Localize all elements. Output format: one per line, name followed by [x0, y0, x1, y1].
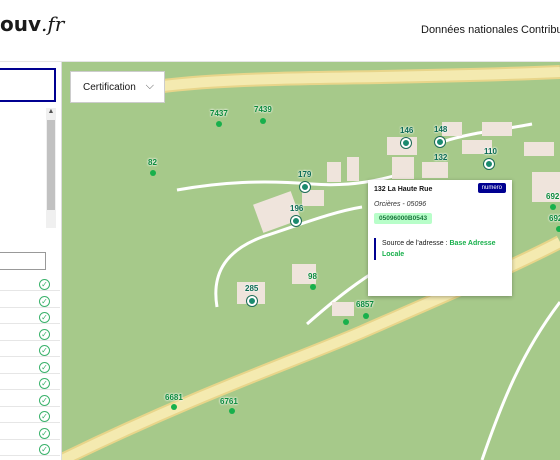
list-item[interactable]: ✓	[0, 411, 60, 423]
check-circle-icon: ✓	[39, 428, 50, 439]
sidebar: ▲ ✓ ✓ ✓ ✓ ✓ ✓ ✓ ✓ ✓ ✓ ✓	[0, 62, 62, 460]
address-label: 110	[484, 147, 497, 156]
address-point[interactable]	[556, 226, 560, 232]
scrollbar[interactable]: ▲	[46, 108, 56, 228]
list-item[interactable]: ✓	[0, 296, 60, 308]
address-point[interactable]	[216, 121, 222, 127]
nav-contribuer[interactable]: Contribu	[521, 24, 560, 36]
address-point[interactable]	[171, 404, 177, 410]
selected-address-point[interactable]	[484, 159, 494, 169]
list-item[interactable]: ✓	[0, 279, 60, 291]
address-label: 196	[290, 204, 304, 213]
check-circle-icon: ✓	[39, 378, 50, 389]
check-circle-icon: ✓	[39, 444, 50, 455]
check-circle-icon: ✓	[39, 329, 50, 340]
list-item[interactable]: ✓	[0, 395, 60, 407]
address-label: 7437	[210, 109, 228, 118]
filter-input[interactable]	[0, 252, 46, 270]
selected-address-point[interactable]	[300, 182, 310, 192]
address-popup: 132 La Haute Rue numero Orcières - 05096…	[368, 180, 512, 296]
type-badge: numero	[477, 183, 506, 193]
nav-donnees-nationales[interactable]: Données nationales	[421, 24, 518, 36]
header: ouv.fr Données nationales Contribu	[0, 0, 560, 62]
list-item[interactable]: ✓	[0, 362, 60, 374]
address-point[interactable]	[229, 408, 235, 414]
check-circle-icon: ✓	[39, 395, 50, 406]
popup-commune: Orcières - 05096	[374, 201, 427, 208]
address-point[interactable]	[310, 284, 316, 290]
address-label: 148	[434, 125, 448, 134]
address-label: 82	[148, 158, 157, 167]
source-info: Source de l'adresse : Base Adresse Local…	[374, 238, 506, 260]
cle-interop-badge: 05096000B0543	[374, 213, 433, 224]
map[interactable]: Certification ⌵ 7437 7439 82 146 148 132 …	[62, 62, 560, 460]
address-label: 6857	[356, 300, 374, 309]
address-point[interactable]	[150, 170, 156, 176]
address-point[interactable]	[550, 204, 556, 210]
address-point[interactable]	[260, 118, 266, 124]
list-item[interactable]: ✓	[0, 444, 60, 456]
check-circle-icon: ✓	[39, 312, 50, 323]
check-circle-icon: ✓	[39, 279, 50, 290]
list-item[interactable]: ✓	[0, 428, 60, 440]
address-label: 98	[308, 272, 317, 281]
list-item[interactable]: ✓	[0, 312, 60, 324]
address-label: 692	[546, 192, 560, 201]
address-label: 6761	[220, 397, 238, 406]
address-label: 7439	[254, 105, 272, 114]
address-label: 132	[434, 153, 448, 162]
check-circle-icon: ✓	[39, 362, 50, 373]
selected-address-point[interactable]	[401, 138, 411, 148]
address-point[interactable]	[363, 313, 369, 319]
site-logo[interactable]: ouv.fr	[0, 12, 64, 36]
scroll-up-icon[interactable]: ▲	[47, 108, 55, 116]
check-circle-icon: ✓	[39, 345, 50, 356]
chevron-down-icon: ⌵	[145, 80, 154, 92]
address-label: 6681	[165, 393, 183, 402]
selected-address-point[interactable]	[291, 216, 301, 226]
list-item[interactable]: ✓	[0, 345, 60, 357]
list-item[interactable]: ✓	[0, 329, 60, 341]
address-label: 285	[245, 284, 259, 293]
address-label: 179	[298, 170, 312, 179]
selected-address-point[interactable]	[247, 296, 257, 306]
scrollbar-thumb[interactable]	[47, 120, 55, 210]
list-item[interactable]: ✓	[0, 378, 60, 390]
check-circle-icon: ✓	[39, 296, 50, 307]
address-point[interactable]	[343, 319, 349, 325]
selected-address-point[interactable]	[435, 137, 445, 147]
check-circle-icon: ✓	[39, 411, 50, 422]
certification-filter[interactable]: Certification ⌵	[70, 71, 165, 103]
address-label: 146	[400, 126, 414, 135]
address-label: 692	[549, 214, 560, 223]
popup-address: 132 La Haute Rue	[374, 186, 433, 193]
search-input[interactable]	[0, 68, 56, 102]
